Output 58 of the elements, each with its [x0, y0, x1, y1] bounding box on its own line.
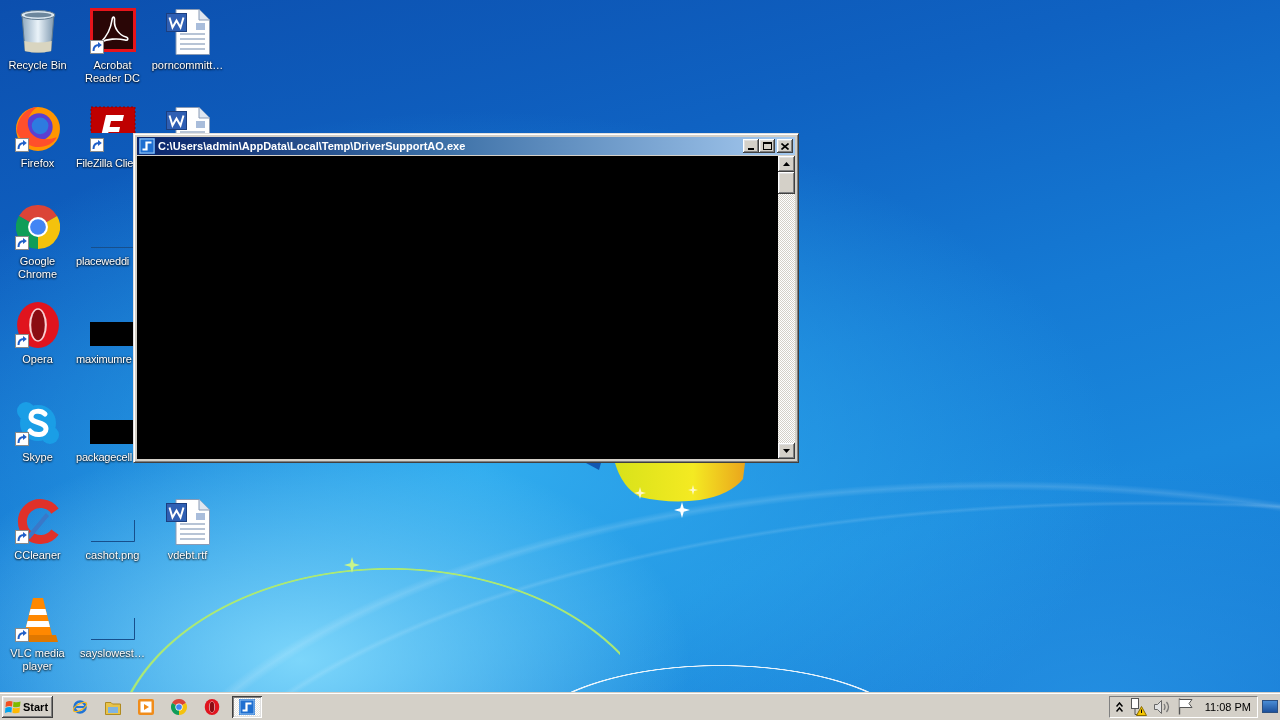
flag-icon[interactable] — [1176, 698, 1193, 715]
sparkle-icon — [688, 485, 698, 495]
taskbar-window-button[interactable] — [232, 695, 262, 718]
document-icon[interactable] — [165, 107, 210, 133]
chrome-icon[interactable] — [170, 698, 187, 715]
skype-icon[interactable] — [15, 401, 60, 445]
document-icon[interactable] — [165, 9, 210, 55]
close-button[interactable] — [777, 139, 793, 153]
desktop-icon-label[interactable]: packagecell — [76, 451, 132, 464]
network-warning-icon[interactable] — [1128, 697, 1147, 716]
acrobat-icon[interactable] — [89, 8, 136, 52]
minimize-button[interactable] — [743, 139, 759, 153]
document-icon[interactable] — [165, 499, 210, 545]
image-thumbnail[interactable] — [89, 322, 133, 346]
up-arrow-icon — [783, 162, 790, 166]
desktop-icon-label[interactable]: Google Chrome — [0, 255, 75, 281]
close-icon — [781, 142, 789, 150]
desktop-icon-label[interactable]: maximumre — [76, 353, 132, 366]
sparkle-icon — [634, 487, 646, 499]
chevron-up-icon[interactable] — [1115, 701, 1123, 712]
desktop-icon-label[interactable]: Firefox — [20, 157, 55, 170]
scroll-down-button[interactable] — [778, 443, 795, 459]
desktop-icon-label[interactable]: VLC media player — [0, 647, 75, 673]
minimize-icon — [748, 148, 754, 150]
start-button[interactable]: Start — [2, 695, 53, 718]
scrollbar-thumb[interactable] — [778, 172, 795, 194]
window-title: C:\Users\admin\AppData\Local\Temp\DriverSupportAO.exe — [158, 139, 466, 153]
desktop-icon-label[interactable]: Opera — [22, 353, 53, 366]
desktop-icon-label[interactable]: CCleaner — [14, 549, 61, 562]
image-thumbnail[interactable] — [90, 520, 135, 542]
browser-icon[interactable] — [71, 698, 88, 715]
scroll-up-button[interactable] — [778, 156, 795, 172]
image-thumbnail[interactable] — [89, 420, 133, 444]
scrollbar-track[interactable] — [778, 156, 795, 459]
desktop-icon-label[interactable]: placeweddi — [76, 255, 130, 268]
desktop-icon-label[interactable]: cashot.png — [85, 549, 140, 562]
image-thumbnail[interactable] — [90, 618, 135, 640]
maximize-icon — [762, 142, 772, 150]
speaker-icon[interactable] — [1152, 698, 1171, 715]
down-arrow-icon — [783, 449, 790, 453]
sparkle-icon — [674, 502, 690, 518]
desktop-icon-label[interactable]: FileZilla Clie — [76, 157, 134, 170]
chrome-icon[interactable] — [15, 205, 60, 249]
desktop-icon-label[interactable]: Recycle Bin — [8, 59, 67, 72]
desktop-icon-label[interactable]: porncommitt… — [151, 59, 224, 72]
firefox-icon[interactable] — [14, 106, 61, 152]
desktop-icon-label[interactable]: Acrobat Reader DC — [75, 59, 150, 85]
recycle-bin-icon[interactable] — [19, 10, 56, 54]
opera-icon[interactable] — [16, 302, 59, 348]
maximize-button[interactable] — [759, 139, 775, 153]
taskbar-clock[interactable]: 11:08 PM — [1204, 700, 1251, 713]
windows-logo-icon — [5, 699, 21, 714]
app-logo-icon — [139, 138, 155, 154]
desktop-icon-label[interactable]: Skype — [22, 451, 53, 464]
sparkle-icon — [344, 557, 360, 573]
app-logo-icon — [239, 698, 255, 715]
filezilla-icon[interactable] — [89, 106, 136, 133]
opera-icon[interactable] — [203, 698, 220, 715]
